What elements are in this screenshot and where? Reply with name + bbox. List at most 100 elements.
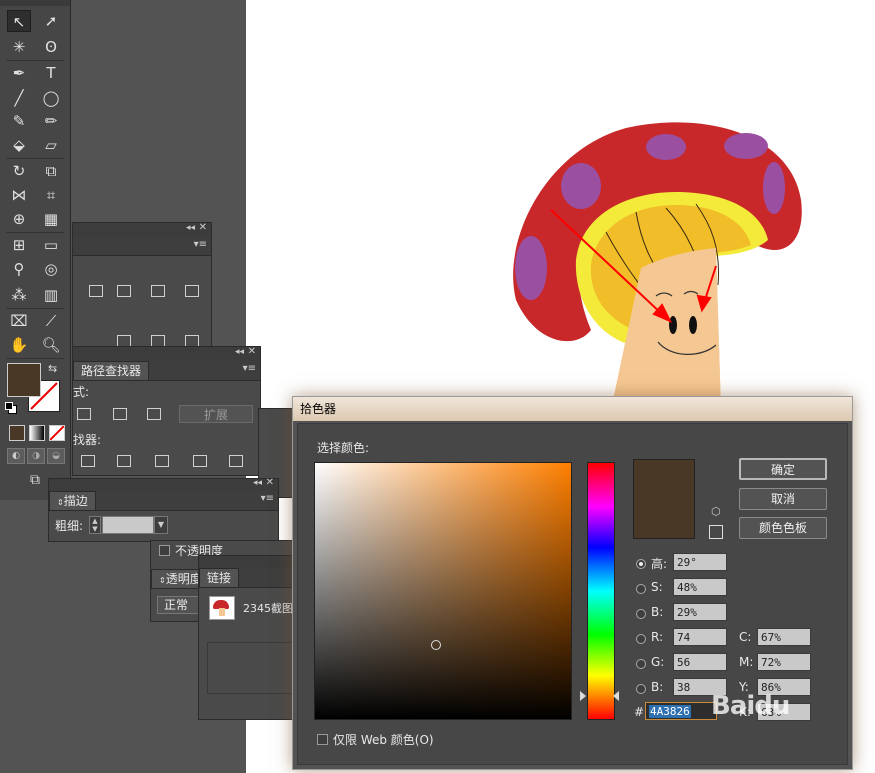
align-left-icon[interactable] — [89, 285, 103, 297]
hand-tool-icon[interactable]: ✋ — [7, 334, 31, 356]
type-tool-icon[interactable]: T — [39, 62, 63, 84]
zoom-tool-icon[interactable]: 🔍︎ — [39, 334, 63, 356]
close-icon[interactable]: ✕ — [266, 477, 274, 488]
collapse-icon[interactable]: ◂◂ — [235, 347, 244, 357]
pen-tool-icon[interactable]: ✒ — [7, 62, 31, 84]
web-colors-only-checkbox[interactable] — [317, 734, 328, 745]
link-item[interactable]: 2345截图 — [205, 592, 297, 624]
blue-radio[interactable] — [636, 684, 646, 694]
tab-stroke[interactable]: ⇕描边 — [49, 491, 96, 510]
shape-mode-icon[interactable] — [77, 408, 91, 420]
align-right-icon[interactable] — [185, 285, 199, 297]
draw-inside-icon[interactable]: ◒ — [47, 448, 65, 464]
red-radio[interactable] — [636, 634, 646, 644]
cap-spot — [724, 133, 768, 159]
stroke-weight-stepper[interactable]: ▲ ▼ — [89, 516, 101, 534]
blob-brush-tool-icon[interactable]: ⬙ — [7, 134, 31, 156]
hex-input[interactable]: 4A3826 — [645, 702, 717, 720]
selection-tool-icon[interactable]: ↖ — [7, 10, 31, 32]
panel-menu-icon[interactable]: ▾≡ — [194, 239, 207, 250]
out-of-gamut-icon[interactable]: ⬡ — [711, 505, 721, 518]
line-tool-icon[interactable]: ╱ — [7, 87, 31, 109]
eraser-tool-icon[interactable]: ▱ — [39, 134, 63, 156]
blend-mode-select[interactable]: 正常 — [157, 596, 199, 614]
shape-mode-icon[interactable] — [147, 408, 161, 420]
perspective-grid-tool-icon[interactable]: ▦ — [39, 208, 63, 230]
symbol-sprayer-tool-icon[interactable]: ⁂ — [7, 284, 31, 306]
pathfinder-merge-icon[interactable] — [155, 455, 169, 467]
rotate-tool-icon[interactable]: ↻ — [7, 160, 31, 182]
tab-arrows-icon: ⇕ — [159, 576, 166, 585]
blend-tool-icon[interactable]: ◎ — [39, 258, 63, 280]
paintbrush-tool-icon[interactable]: ✎ — [7, 110, 31, 132]
default-colors-icon[interactable] — [5, 402, 17, 414]
artboard-tool-icon[interactable]: ⌧ — [7, 310, 31, 332]
cyan-input[interactable]: 67% — [757, 628, 811, 646]
scale-tool-icon[interactable]: ⧉ — [39, 160, 63, 182]
brightness-radio[interactable] — [636, 609, 646, 619]
tab-pathfinder[interactable]: 路径查找器 — [73, 361, 150, 380]
close-icon[interactable]: ✕ — [199, 222, 207, 233]
hue-slider[interactable] — [587, 462, 615, 720]
ellipse-tool-icon[interactable]: ◯ — [39, 87, 63, 109]
color-field[interactable] — [314, 462, 572, 720]
shape-mode-icon[interactable] — [113, 408, 127, 420]
hue-slider-left-handle[interactable] — [580, 691, 586, 701]
color-mode-button[interactable] — [9, 425, 25, 441]
dialog-titlebar[interactable]: 拾色器 — [293, 397, 852, 421]
panel-menu-icon[interactable]: ▾≡ — [261, 493, 274, 504]
none-mode-button[interactable] — [49, 425, 65, 441]
direct-selection-tool-icon[interactable]: ➚ — [39, 10, 63, 32]
green-input[interactable]: 56 — [673, 653, 727, 671]
panel-menu-icon[interactable]: ▾≡ — [243, 363, 256, 374]
tools-panel-grip[interactable] — [0, 0, 70, 6]
width-tool-icon[interactable]: ⋈ — [7, 184, 31, 206]
draw-behind-icon[interactable]: ◑ — [27, 448, 45, 464]
close-icon[interactable]: ✕ — [248, 346, 256, 357]
align-hcenter-icon[interactable] — [151, 285, 165, 297]
fill-swatch[interactable] — [7, 363, 41, 397]
collapse-icon[interactable]: ◂◂ — [253, 478, 262, 488]
saturation-input[interactable]: 48% — [673, 578, 727, 596]
hue-radio[interactable] — [636, 559, 646, 569]
swap-fill-stroke-icon[interactable]: ⇆ — [48, 362, 57, 375]
stroke-weight-input[interactable] — [102, 516, 154, 534]
align-panel-titlebar[interactable]: ◂◂ ✕ — [73, 222, 211, 238]
green-radio[interactable] — [636, 659, 646, 669]
align-center-icon[interactable] — [117, 285, 131, 297]
chevron-down-icon[interactable]: ▼ — [154, 516, 168, 534]
lasso-tool-icon[interactable]: ʘ — [39, 36, 63, 58]
pathfinder-crop-icon[interactable] — [193, 455, 207, 467]
gradient-mode-button[interactable] — [29, 425, 45, 441]
color-swatches-button[interactable]: 颜色色板 — [739, 517, 827, 539]
web-safe-icon[interactable] — [709, 525, 723, 539]
ok-button[interactable]: 确定 — [739, 458, 827, 480]
screen-mode-icon[interactable]: ⧉ — [24, 472, 46, 490]
collapse-icon[interactable]: ◂◂ — [186, 223, 195, 233]
pathfinder-outline-icon[interactable] — [229, 455, 243, 467]
hue-slider-right-handle[interactable] — [613, 691, 619, 701]
pencil-tool-icon[interactable]: ✏ — [39, 110, 63, 132]
draw-normal-icon[interactable]: ◐ — [7, 448, 25, 464]
pathfinder-divide-icon[interactable] — [81, 455, 95, 467]
gradient-tool-icon[interactable]: ▭ — [39, 234, 63, 256]
expand-button[interactable]: 扩展 — [179, 405, 253, 423]
slice-tool-icon[interactable]: ⟋ — [39, 310, 63, 332]
tab-links[interactable]: 链接 — [199, 568, 240, 587]
hue-input[interactable]: 29° — [673, 553, 727, 571]
color-field-cursor[interactable] — [431, 640, 441, 650]
eyedropper-tool-icon[interactable]: ⚲ — [7, 258, 31, 280]
free-transform-tool-icon[interactable]: ⌗ — [39, 184, 63, 206]
magenta-input[interactable]: 72% — [757, 653, 811, 671]
opacity-mask-checkbox[interactable] — [159, 545, 170, 556]
pathfinder-panel-titlebar[interactable]: ◂◂ ✕ — [73, 346, 260, 362]
saturation-radio[interactable] — [636, 584, 646, 594]
pathfinder-trim-icon[interactable] — [117, 455, 131, 467]
red-input[interactable]: 74 — [673, 628, 727, 646]
brightness-input[interactable]: 29% — [673, 603, 727, 621]
magic-wand-tool-icon[interactable]: ✳ — [7, 36, 31, 58]
column-graph-tool-icon[interactable]: ▥ — [39, 284, 63, 306]
shape-builder-tool-icon[interactable]: ⊕ — [7, 208, 31, 230]
mesh-tool-icon[interactable]: ⊞ — [7, 234, 31, 256]
cancel-button[interactable]: 取消 — [739, 488, 827, 510]
